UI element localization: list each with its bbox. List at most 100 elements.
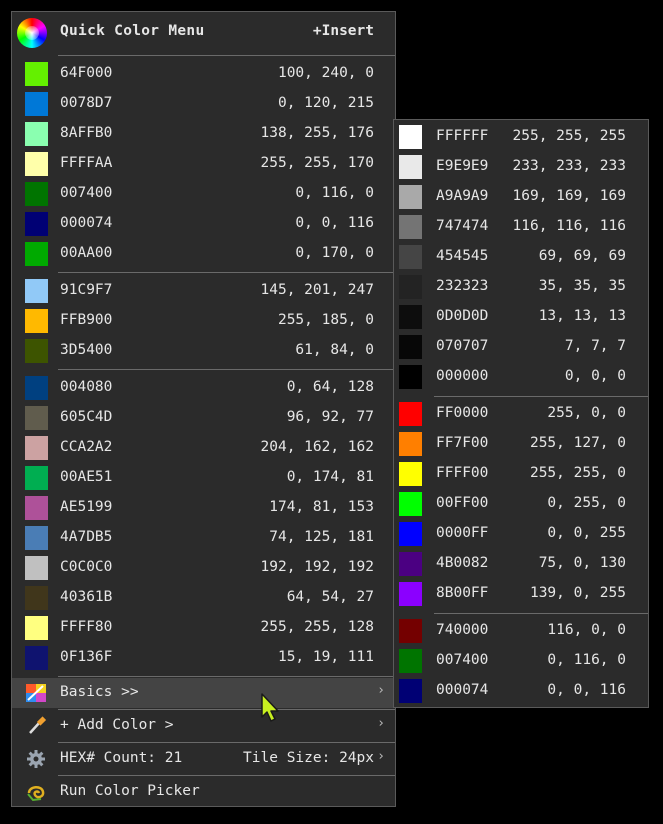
- color-swatch: [399, 522, 422, 546]
- hex-value: 605C4D: [60, 409, 113, 425]
- color-swatch: [25, 309, 48, 333]
- divider: [58, 709, 395, 710]
- run-color-picker-label: Run Color Picker: [60, 783, 200, 799]
- chevron-right-icon: ›: [377, 716, 385, 731]
- hex-value: 000074: [60, 215, 113, 231]
- color-row[interactable]: 91C9F7 145, 201, 247: [12, 276, 395, 306]
- gear-icon: [27, 750, 45, 768]
- rgb-value: 35, 35, 35: [538, 278, 626, 294]
- rgb-value: 0, 116, 0: [547, 652, 626, 668]
- rgb-value: 13, 13, 13: [538, 308, 626, 324]
- eyedropper-icon: [29, 716, 47, 734]
- color-swatch: [25, 62, 48, 86]
- color-row[interactable]: 000074 0, 0, 116: [12, 209, 395, 239]
- hex-value: FFB900: [60, 312, 113, 328]
- color-swatch: [25, 586, 48, 610]
- color-row[interactable]: 64F000 100, 240, 0: [12, 59, 395, 89]
- rgb-value: 7, 7, 7: [564, 338, 626, 354]
- color-row[interactable]: 007400 0, 116, 0: [394, 646, 648, 676]
- color-swatch: [25, 466, 48, 490]
- color-row[interactable]: FFB900 255, 185, 0: [12, 306, 395, 336]
- color-row[interactable]: 605C4D 96, 92, 77: [12, 403, 395, 433]
- hex-value: 747474: [436, 218, 489, 234]
- color-row[interactable]: FFFF00 255, 255, 0: [394, 459, 648, 489]
- color-swatch: [399, 305, 422, 329]
- color-row[interactable]: CCA2A2 204, 162, 162: [12, 433, 395, 463]
- rgb-value: 0, 170, 0: [295, 245, 374, 261]
- hex-value: 00AA00: [60, 245, 113, 261]
- rgb-value: 255, 255, 255: [512, 128, 627, 144]
- hex-value: 000074: [436, 682, 489, 698]
- rgb-value: 116, 0, 0: [547, 622, 626, 638]
- color-swatch: [25, 556, 48, 580]
- color-row[interactable]: 3D5400 61, 84, 0: [12, 336, 395, 366]
- color-row[interactable]: FFFFFF 255, 255, 255: [394, 122, 648, 152]
- color-row[interactable]: 00AA00 0, 170, 0: [12, 239, 395, 269]
- rgb-value: 192, 192, 192: [260, 559, 375, 575]
- color-row[interactable]: 0D0D0D 13, 13, 13: [394, 302, 648, 332]
- color-row[interactable]: C0C0C0 192, 192, 192: [12, 553, 395, 583]
- color-row[interactable]: 8B00FF 139, 0, 255: [394, 579, 648, 609]
- rgb-value: 233, 233, 233: [512, 158, 627, 174]
- color-row[interactable]: 070707 7, 7, 7: [394, 332, 648, 362]
- color-row[interactable]: 232323 35, 35, 35: [394, 272, 648, 302]
- color-row[interactable]: FF7F00 255, 127, 0: [394, 429, 648, 459]
- color-swatch: [25, 406, 48, 430]
- hex-value: 64F000: [60, 65, 113, 81]
- color-row[interactable]: 000000 0, 0, 0: [394, 362, 648, 392]
- color-row[interactable]: 00AE51 0, 174, 81: [12, 463, 395, 493]
- hex-count-label: HEX# Count: 21: [60, 750, 183, 766]
- rgb-value: 0, 255, 0: [547, 495, 626, 511]
- basics-menu-item[interactable]: Basics >> ›: [12, 678, 395, 708]
- color-row[interactable]: 454545 69, 69, 69: [394, 242, 648, 272]
- add-color-menu-item[interactable]: + Add Color > ›: [12, 711, 395, 741]
- color-row[interactable]: 007400 0, 116, 0: [12, 179, 395, 209]
- color-swatch: [25, 92, 48, 116]
- rgb-value: 139, 0, 255: [529, 585, 626, 601]
- color-swatch: [25, 242, 48, 266]
- color-row[interactable]: AE5199 174, 81, 153: [12, 493, 395, 523]
- basics-submenu: FFFFFF 255, 255, 255 E9E9E9 233, 233, 233 A9…: [393, 119, 649, 708]
- color-row[interactable]: 004080 0, 64, 128: [12, 373, 395, 403]
- add-color-label: + Add Color >: [60, 717, 174, 733]
- color-row[interactable]: FF0000 255, 0, 0: [394, 399, 648, 429]
- color-swatch: [399, 365, 422, 389]
- rgb-value: 0, 64, 128: [286, 379, 374, 395]
- color-row[interactable]: 4B0082 75, 0, 130: [394, 549, 648, 579]
- hex-value: 40361B: [60, 589, 113, 605]
- hex-value: 0078D7: [60, 95, 113, 111]
- color-row[interactable]: 8AFFB0 138, 255, 176: [12, 119, 395, 149]
- chameleon-icon: [27, 786, 45, 802]
- insert-button[interactable]: +Insert: [313, 23, 374, 39]
- rgb-value: 69, 69, 69: [538, 248, 626, 264]
- run-color-picker-menu-item[interactable]: Run Color Picker: [12, 777, 395, 807]
- color-swatch: [399, 275, 422, 299]
- color-swatch: [399, 125, 422, 149]
- color-row[interactable]: 0078D7 0, 120, 215: [12, 89, 395, 119]
- color-swatch: [399, 155, 422, 179]
- color-swatch: [25, 376, 48, 400]
- color-row[interactable]: 0F136F 15, 19, 111: [12, 643, 395, 673]
- color-row[interactable]: E9E9E9 233, 233, 233: [394, 152, 648, 182]
- color-row[interactable]: A9A9A9 169, 169, 169: [394, 182, 648, 212]
- color-row[interactable]: FFFFAA 255, 255, 170: [12, 149, 395, 179]
- settings-menu-item[interactable]: HEX# Count: 21 Tile Size: 24px ›: [12, 744, 395, 774]
- hex-value: 740000: [436, 622, 489, 638]
- color-swatch: [399, 215, 422, 239]
- hex-value: E9E9E9: [436, 158, 489, 174]
- color-row[interactable]: 00FF00 0, 255, 0: [394, 489, 648, 519]
- color-row[interactable]: 40361B 64, 54, 27: [12, 583, 395, 613]
- color-swatch: [25, 279, 48, 303]
- color-row[interactable]: FFFF80 255, 255, 128: [12, 613, 395, 643]
- basics-label: Basics >>: [60, 684, 139, 700]
- rgb-value: 255, 255, 128: [260, 619, 375, 635]
- rgb-value: 15, 19, 111: [277, 649, 374, 665]
- color-row[interactable]: 747474 116, 116, 116: [394, 212, 648, 242]
- color-row[interactable]: 4A7DB5 74, 125, 181: [12, 523, 395, 553]
- divider: [58, 742, 395, 743]
- color-row[interactable]: 0000FF 0, 0, 255: [394, 519, 648, 549]
- color-row[interactable]: 000074 0, 0, 116: [394, 676, 648, 706]
- color-row[interactable]: 740000 116, 0, 0: [394, 616, 648, 646]
- color-swatch: [399, 552, 422, 576]
- color-swatch: [25, 182, 48, 206]
